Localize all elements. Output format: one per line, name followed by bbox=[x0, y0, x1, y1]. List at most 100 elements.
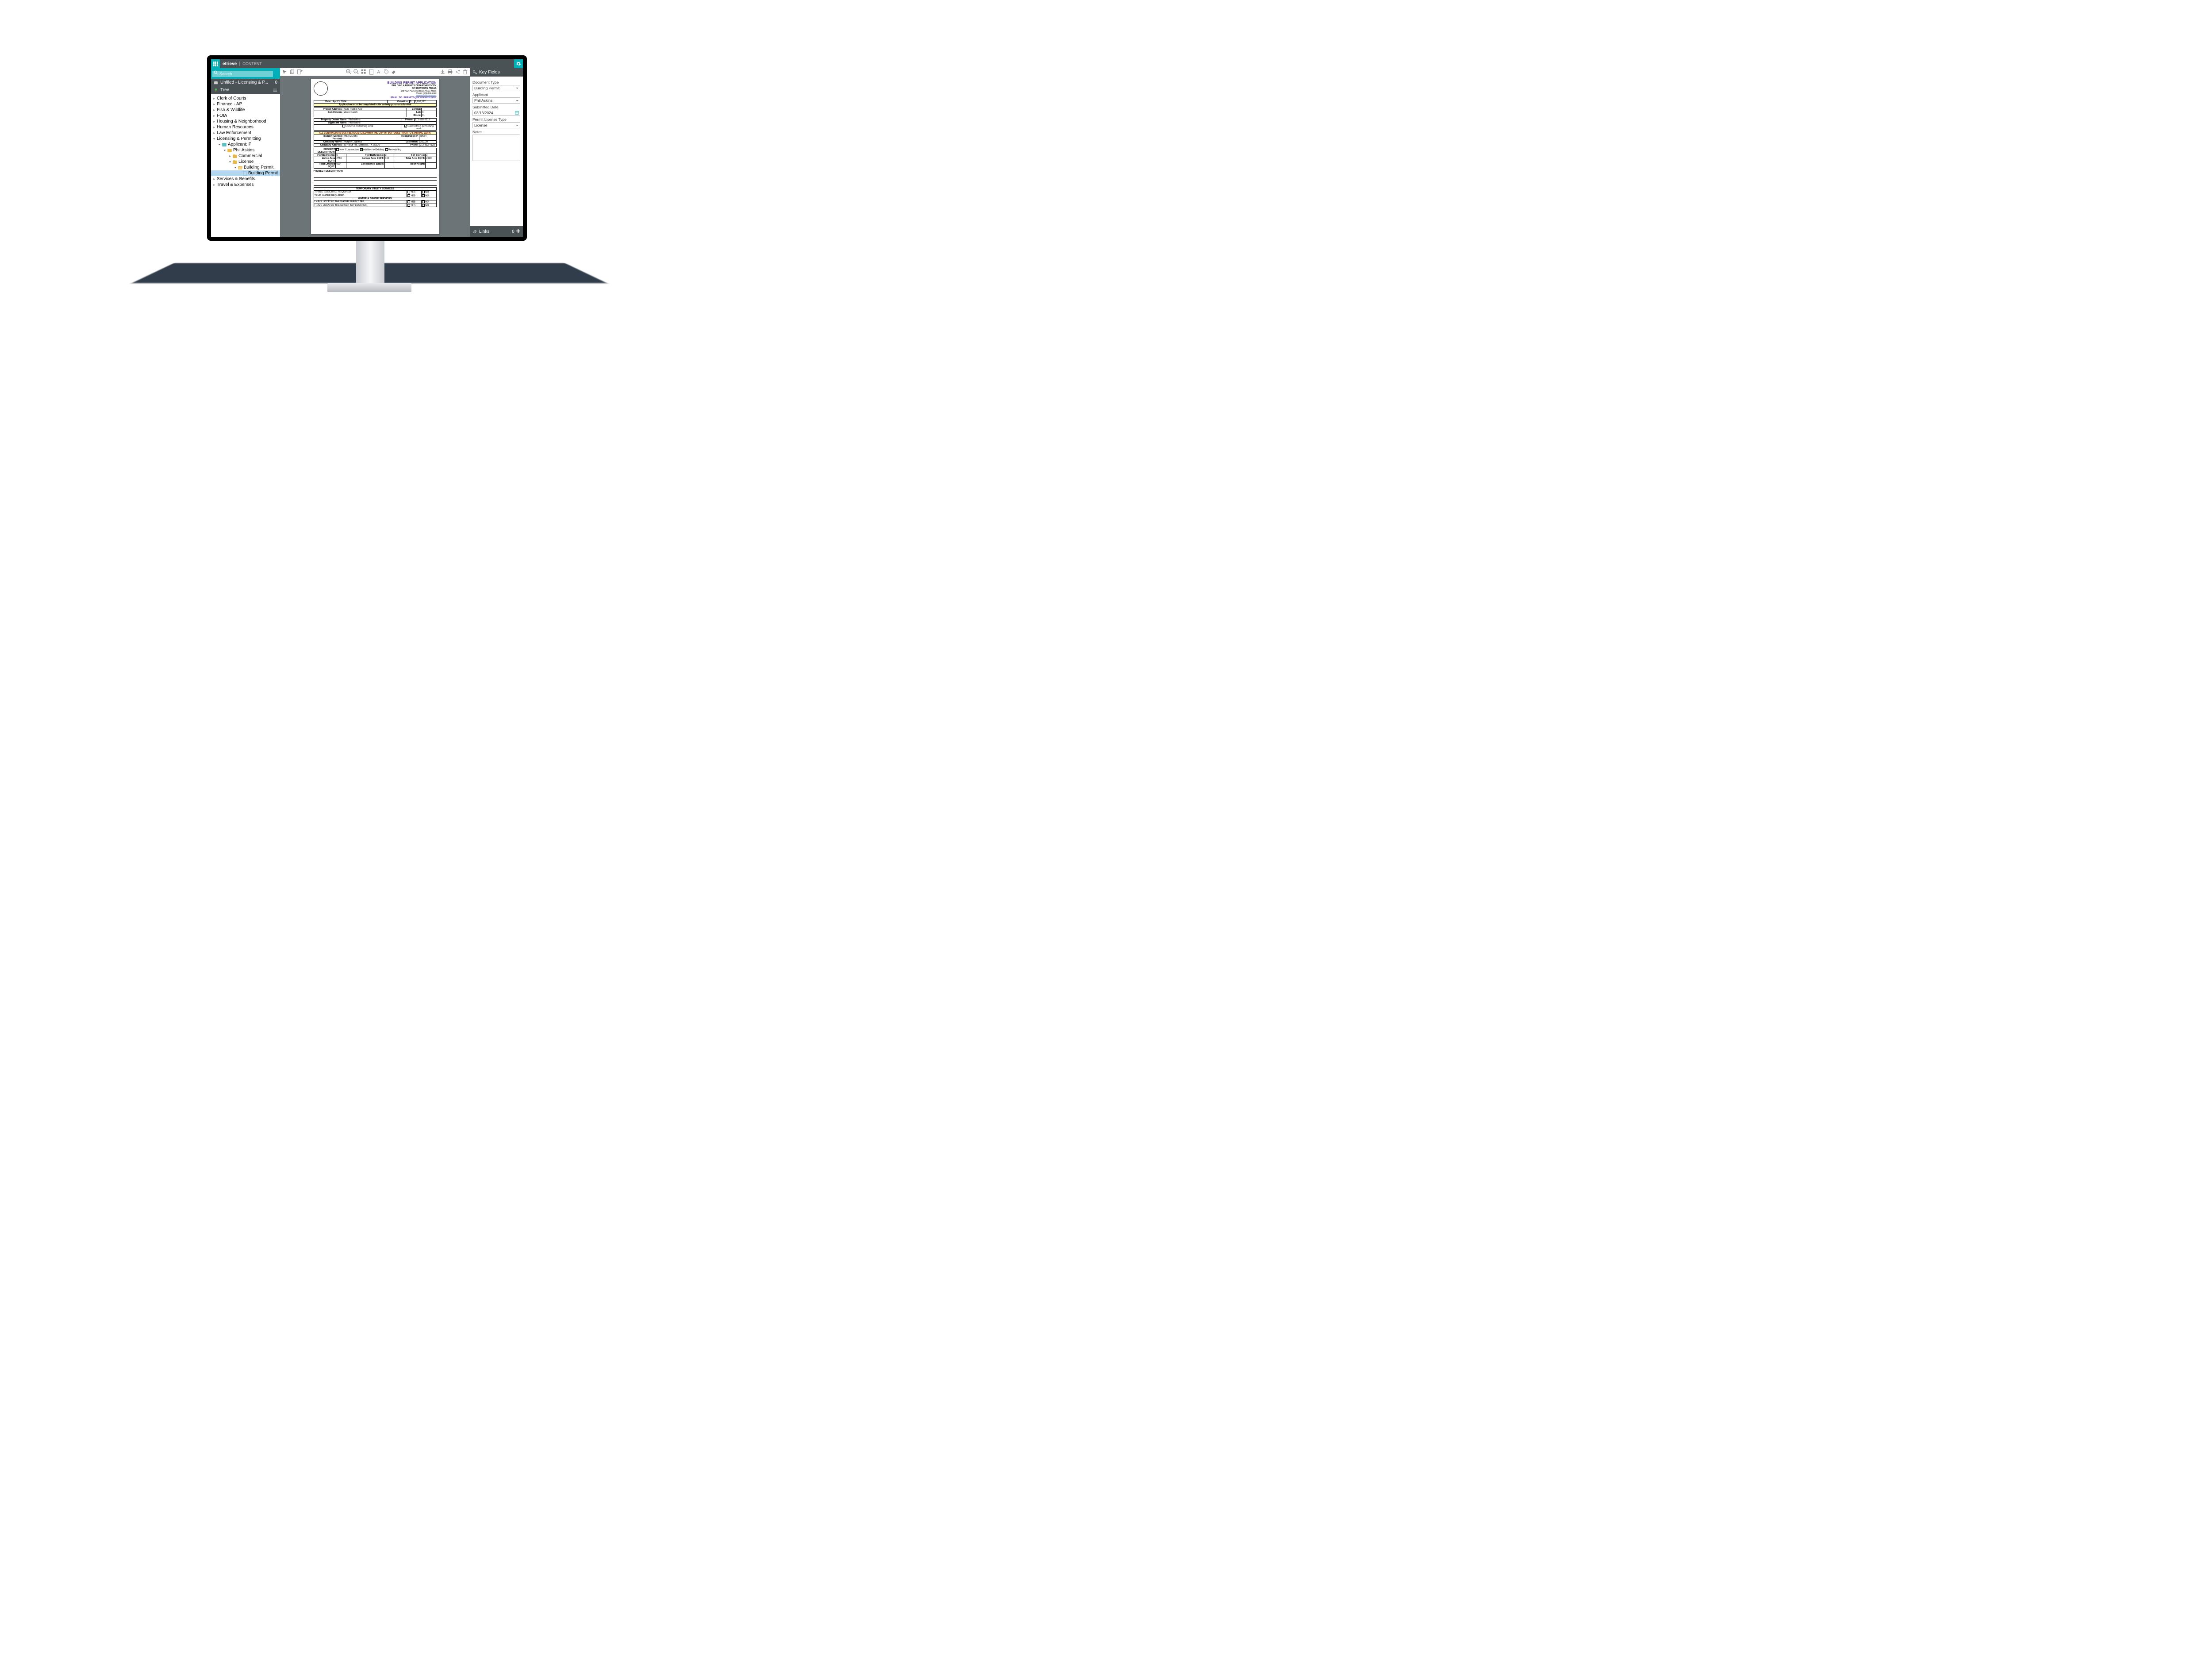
tree-item-label: Phil Askins bbox=[233, 148, 254, 153]
tree-item[interactable]: Finance - AP bbox=[211, 101, 280, 107]
inbox-icon bbox=[214, 81, 218, 85]
tree-icon bbox=[214, 88, 218, 92]
doc-type-label: Document Type bbox=[472, 80, 520, 85]
print-icon[interactable] bbox=[447, 69, 453, 75]
cursor-icon[interactable] bbox=[282, 69, 288, 75]
tree-item-label: Building Permit bbox=[248, 171, 278, 176]
tree-item[interactable]: Building Permit bbox=[211, 170, 280, 176]
caret-right-icon[interactable] bbox=[213, 97, 215, 100]
viewer-toolbar: A bbox=[280, 68, 470, 76]
city-seal-icon bbox=[314, 81, 328, 96]
app-topbar: etrieve CONTENT bbox=[211, 59, 523, 68]
caret-down-icon[interactable] bbox=[213, 138, 215, 140]
caret-right-icon[interactable] bbox=[213, 126, 215, 129]
tree-item-label: License bbox=[238, 159, 253, 164]
tree-item[interactable]: Housing & Neighborhood bbox=[211, 119, 280, 124]
key-fields-panel: Key Fields Document Type Building Permit… bbox=[470, 68, 523, 237]
caret-down-icon[interactable] bbox=[218, 143, 221, 146]
caret-down-icon[interactable] bbox=[223, 149, 226, 152]
tree-item[interactable]: Travel & Expenses bbox=[211, 182, 280, 188]
submitted-date-label: Submitted Date bbox=[472, 105, 520, 109]
lic-type-select[interactable]: License bbox=[472, 122, 520, 128]
tree-item[interactable]: FOIA bbox=[211, 113, 280, 119]
doc-title: BUILDING PERMIT APPLICATION bbox=[330, 81, 437, 85]
tree-header[interactable]: Tree bbox=[211, 86, 280, 94]
notes-label: Notes bbox=[472, 130, 520, 134]
tree-item-label: Law Enforcement bbox=[217, 131, 251, 135]
copy-icon[interactable] bbox=[289, 69, 295, 75]
zoom-in-icon[interactable] bbox=[346, 69, 352, 75]
tag-icon[interactable] bbox=[384, 69, 389, 75]
caret-right-icon[interactable] bbox=[213, 103, 215, 106]
tree-body: Clerk of CourtsFinance - APFish & Wildli… bbox=[211, 94, 280, 237]
caret-down-icon[interactable] bbox=[234, 166, 237, 169]
tree-item-label: Finance - AP bbox=[217, 102, 242, 107]
tree-item[interactable]: Human Resources bbox=[211, 124, 280, 130]
unfiled-label: Unfiled - Licensing & P... bbox=[220, 80, 268, 85]
tree-item[interactable]: Fish & Wildlife bbox=[211, 107, 280, 113]
svg-text:A: A bbox=[377, 70, 380, 75]
list-view-icon[interactable] bbox=[273, 88, 277, 92]
tree-item[interactable]: Licensing & Permitting bbox=[211, 136, 280, 142]
caret-right-icon[interactable] bbox=[213, 115, 215, 117]
caret-down-icon[interactable] bbox=[229, 161, 231, 163]
redact-icon[interactable] bbox=[391, 69, 397, 75]
unfiled-count: 0 bbox=[275, 80, 277, 85]
caret-right-icon[interactable] bbox=[213, 120, 215, 123]
tree-item[interactable]: Phil Askins bbox=[211, 147, 280, 153]
doc-type-select[interactable]: Building Permit bbox=[472, 85, 520, 91]
link-icon bbox=[472, 229, 477, 234]
caret-right-icon[interactable] bbox=[213, 178, 215, 181]
tree-item-label: Building Permit bbox=[244, 165, 273, 170]
edit-doc-icon[interactable] bbox=[297, 69, 303, 75]
tree-item-label: Services & Benefits bbox=[217, 177, 255, 181]
tree-item-label: Housing & Neighborhood bbox=[217, 119, 266, 124]
tree-item[interactable]: Clerk of Courts bbox=[211, 96, 280, 101]
unfiled-header[interactable]: Unfiled - Licensing & P... 0 bbox=[211, 79, 280, 86]
caret-right-icon[interactable] bbox=[213, 132, 215, 135]
caret-right-icon[interactable] bbox=[229, 155, 231, 158]
search-input[interactable] bbox=[212, 71, 273, 77]
apps-grid-icon bbox=[213, 62, 218, 66]
notes-textarea[interactable] bbox=[472, 135, 520, 161]
settings-button[interactable] bbox=[514, 59, 523, 68]
applicant-select[interactable]: Phil Askins bbox=[472, 97, 520, 104]
tree-item[interactable]: Building Permit bbox=[211, 165, 280, 170]
submitted-date-input[interactable] bbox=[472, 110, 520, 116]
brand-name: etrieve bbox=[223, 62, 237, 66]
add-link-button[interactable]: + bbox=[516, 227, 520, 235]
links-header[interactable]: Links 0 + bbox=[470, 226, 523, 237]
tree-item[interactable]: Services & Benefits bbox=[211, 176, 280, 182]
document-viewport[interactable]: BUILDING PERMIT APPLICATION BUILDING & P… bbox=[280, 76, 470, 237]
tree-header-label: Tree bbox=[220, 88, 229, 92]
folder-icon bbox=[227, 149, 232, 152]
lic-type-label: Permit License Type bbox=[472, 117, 520, 122]
tree-item-label: Clerk of Courts bbox=[217, 96, 246, 101]
calendar-icon[interactable] bbox=[515, 111, 519, 115]
tree-item-label: Applicant: P bbox=[228, 142, 251, 147]
apps-menu-button[interactable] bbox=[211, 59, 220, 68]
search-bar bbox=[211, 68, 280, 79]
viewer-panel: A BUILDING PERMIT APPLICATION bbox=[280, 68, 470, 237]
search-icon bbox=[214, 70, 218, 75]
page-icon[interactable] bbox=[369, 69, 374, 75]
caret-right-icon[interactable] bbox=[213, 184, 215, 186]
left-panel: Unfiled - Licensing & P... 0 Tree Clerk … bbox=[211, 68, 280, 237]
tree-item-label: FOIA bbox=[217, 113, 227, 118]
tree-item[interactable]: License bbox=[211, 159, 280, 165]
thumbnails-icon[interactable] bbox=[361, 69, 367, 75]
folder-icon bbox=[233, 154, 237, 158]
tree-item[interactable]: Law Enforcement bbox=[211, 130, 280, 136]
tree-item[interactable]: Commercial bbox=[211, 153, 280, 159]
delete-icon[interactable] bbox=[462, 69, 468, 75]
document-icon bbox=[243, 171, 247, 176]
tree-item[interactable]: Applicant: P bbox=[211, 142, 280, 147]
tree-item-label: Fish & Wildlife bbox=[217, 108, 245, 112]
document-page: BUILDING PERMIT APPLICATION BUILDING & P… bbox=[311, 79, 439, 234]
tree-item-label: Commercial bbox=[238, 154, 262, 158]
share-icon[interactable] bbox=[455, 69, 461, 75]
caret-right-icon[interactable] bbox=[213, 109, 215, 112]
zoom-out-icon[interactable] bbox=[353, 69, 359, 75]
text-icon[interactable]: A bbox=[376, 69, 382, 75]
download-icon[interactable] bbox=[440, 69, 445, 75]
